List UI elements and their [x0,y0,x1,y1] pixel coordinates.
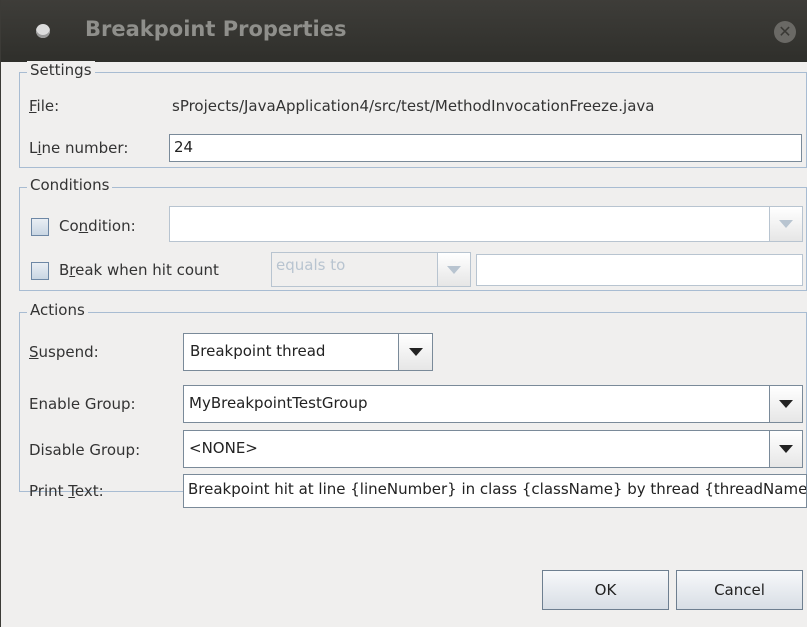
hit-count-value-input[interactable] [476,254,803,286]
enable-group-arrow-icon[interactable] [769,386,802,422]
ok-button[interactable]: OK [542,570,669,610]
actions-legend: Actions [27,301,88,319]
file-path-field[interactable]: sProjects/JavaApplication4/src/test/Meth… [172,97,802,115]
suspend-label: Suspend: [29,343,99,361]
hit-count-label-pre: B [59,261,70,279]
file-label-text: ile: [36,97,60,115]
title-bar[interactable]: Breakpoint Properties ✕ [1,0,807,62]
breakpoint-properties-dialog: Breakpoint Properties ✕ Settings File: s… [0,0,807,627]
suspend-label-post: uspend: [38,343,99,361]
line-label-post: ne number: [41,139,129,157]
condition-label-post: dition: [88,217,136,235]
disable-group-combo[interactable]: <NONE> [183,430,803,468]
hit-count-label-post: eak when hit count [75,261,219,279]
hit-count-mode-arrow-icon[interactable] [437,253,470,286]
enable-group-label: Enable Group: [29,395,136,413]
disable-group-arrow-icon[interactable] [769,431,802,467]
close-icon[interactable]: ✕ [774,21,796,43]
suspend-select[interactable]: Breakpoint thread [183,333,433,371]
enable-group-combo[interactable]: MyBreakpointTestGroup [183,385,803,423]
condition-checkbox[interactable] [31,218,49,236]
condition-input[interactable] [169,206,803,242]
line-number-label: Line number: [29,139,128,157]
cancel-button[interactable]: Cancel [676,570,803,610]
suspend-label-mnemonic: S [29,343,39,361]
file-label-mnemonic: F [29,97,37,115]
suspend-dropdown-arrow-icon[interactable] [398,334,432,370]
print-label-pre: Print [29,482,69,500]
hit-count-checkbox[interactable] [31,262,49,280]
print-text-input[interactable]: Breakpoint hit at line {lineNumber} in c… [183,474,807,508]
file-label: File: [29,97,59,115]
hit-count-label: Break when hit count [59,261,219,279]
window-menu-icon[interactable] [36,24,50,38]
condition-label: Condition: [59,217,136,235]
conditions-legend: Conditions [27,176,113,194]
print-text-label: Print Text: [29,482,104,500]
line-number-input[interactable]: 24 [169,134,802,162]
dialog-title: Breakpoint Properties [85,17,347,41]
condition-label-pre: Co [59,217,79,235]
condition-label-mnemonic: n [78,217,89,235]
condition-dropdown-arrow-icon[interactable] [769,207,802,241]
print-label-mnemonic: T [68,482,75,500]
disable-group-label: Disable Group: [29,441,141,459]
settings-legend: Settings [27,61,95,79]
print-label-post: ext: [74,482,104,500]
